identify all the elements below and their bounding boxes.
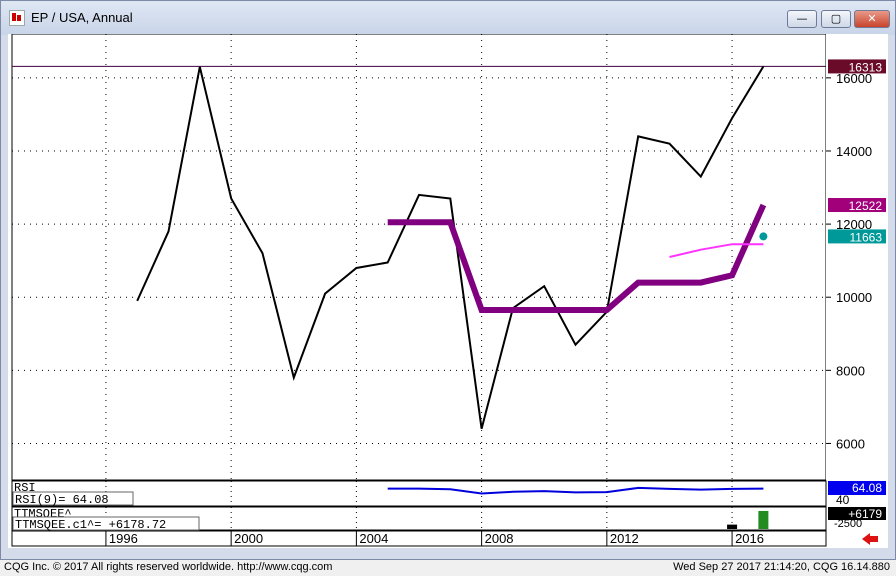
window-title: EP / USA, Annual: [31, 10, 133, 25]
maximize-button[interactable]: ▢: [821, 10, 851, 28]
ttm-histogram-bar[interactable]: [758, 510, 769, 529]
ttm-readout: TTMSQEE.c1^= +6178.72: [15, 518, 166, 532]
x-tick-label: 2016: [735, 531, 764, 546]
rsi-readout: RSI(9)= 64.08: [15, 493, 109, 507]
rsi-tick-label: 40: [836, 493, 850, 507]
marker-point[interactable]: [759, 232, 768, 241]
x-tick-label: 2004: [359, 531, 388, 546]
copyright-text: CQG Inc. © 2017 All rights reserved worl…: [4, 561, 333, 573]
status-text: Wed Sep 27 2017 21:14:20, CQG 16.14.880: [673, 561, 890, 573]
ttm-tick-label: -2500: [834, 518, 862, 530]
y-tick-label: 8000: [836, 363, 865, 378]
app-logo-icon: [9, 10, 25, 26]
y-tick-label: 10000: [836, 290, 872, 305]
price-label-text: 12522: [849, 199, 883, 213]
ttm-histogram-bar[interactable]: [727, 524, 738, 529]
rsi-value-label: 64.08: [852, 481, 882, 495]
rsi-pane: [11, 480, 827, 507]
price-label-text: 16313: [849, 60, 883, 74]
price-label-text: 11663: [850, 230, 883, 244]
price-chart[interactable]: 6000800010000120001400016000163131252211…: [8, 34, 888, 548]
x-tick-label: 2008: [485, 531, 514, 546]
y-tick-label: 14000: [836, 144, 872, 159]
main-pane: [11, 34, 827, 481]
close-button[interactable]: ✕: [854, 10, 890, 28]
x-tick-label: 1996: [109, 531, 138, 546]
status-bar: CQG Inc. © 2017 All rights reserved worl…: [0, 560, 896, 576]
x-tick-label: 2000: [234, 531, 263, 546]
minimize-button[interactable]: —: [787, 10, 817, 28]
x-tick-label: 2012: [610, 531, 639, 546]
title-bar[interactable]: EP / USA, Annual — ▢ ✕: [1, 1, 895, 35]
y-tick-label: 6000: [836, 436, 865, 451]
